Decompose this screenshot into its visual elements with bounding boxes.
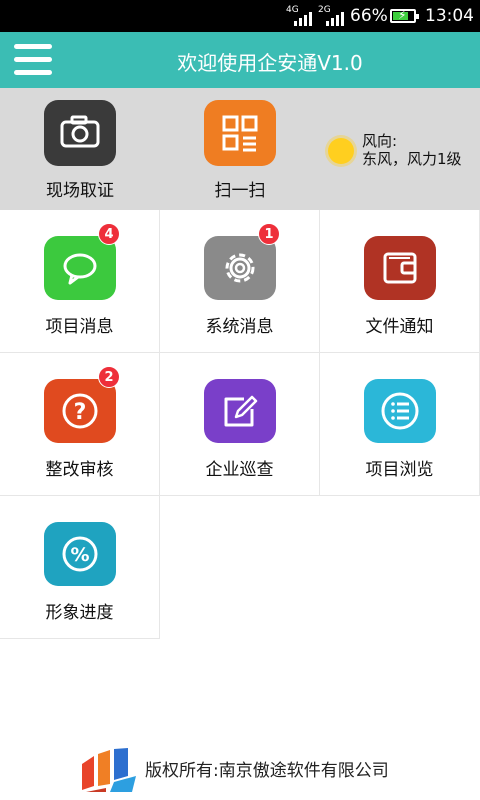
project-messages-tile[interactable]: 4 项目消息 [0,210,160,353]
progress-image-label: 形象进度 [45,603,114,623]
hamburger-menu-icon[interactable] [14,42,52,78]
footer: 版权所有:南京傲途软件有限公司 [0,740,480,800]
system-messages-tile[interactable]: 1 系统消息 [160,210,320,353]
company-logo-icon [80,746,136,792]
scan-button[interactable]: 扫一扫 [180,100,300,201]
battery-percent: 66% [350,6,388,26]
rectification-review-tile[interactable]: ? 2 整改审核 [0,353,160,496]
cellular-signal-icon: 4G [286,5,312,26]
battery-icon: ⚡ [390,8,419,23]
app-header: 欢迎使用企安通V1.0 [0,32,480,88]
project-browse-label: 项目浏览 [365,460,434,480]
percent-icon: % [44,522,116,586]
enterprise-inspection-label: 企业巡查 [205,460,274,480]
notification-badge: 2 [98,366,120,388]
copyright-text: 版权所有:南京傲途软件有限公司 [145,761,389,781]
list-icon [364,379,436,443]
file-notice-label: 文件通知 [365,317,434,337]
camera-icon [44,100,116,166]
project-messages-label: 项目消息 [45,317,114,337]
pen-edit-icon [204,379,276,443]
notification-badge: 1 [258,223,280,245]
progress-image-tile[interactable]: % 形象进度 [0,496,160,639]
scan-label: 扫一扫 [214,181,266,201]
clock: 13:04 [425,6,474,26]
question-icon: ? [44,379,116,443]
enterprise-inspection-tile[interactable]: 企业巡查 [160,353,320,496]
weather-wind-value: 东风，风力1级 [362,150,462,168]
svg-text:?: ? [74,400,87,425]
notification-badge: 4 [98,223,120,245]
quick-action-bar: 现场取证 扫一扫 风向: 东风，风力1级 [0,88,480,210]
weather-wind-label: 风向: [362,132,398,150]
system-messages-label: 系统消息 [205,317,274,337]
chat-bubble-icon [44,236,116,300]
file-notice-tile[interactable]: 文件通知 [320,210,480,353]
scene-evidence-label: 现场取证 [46,181,114,201]
rectification-review-label: 整改审核 [45,460,114,480]
sun-icon [328,138,354,164]
gear-icon [204,236,276,300]
scene-evidence-button[interactable]: 现场取证 [20,100,140,201]
app-title: 欢迎使用企安通V1.0 [177,51,363,75]
status-bar: 4G 2G 66% ⚡ 13:04 [0,0,480,32]
svg-text:%: % [70,544,89,566]
wallet-icon [364,236,436,300]
cellular-signal-icon-2: 2G [318,5,344,26]
project-browse-tile[interactable]: 项目浏览 [320,353,480,496]
qr-scan-icon [204,100,276,166]
